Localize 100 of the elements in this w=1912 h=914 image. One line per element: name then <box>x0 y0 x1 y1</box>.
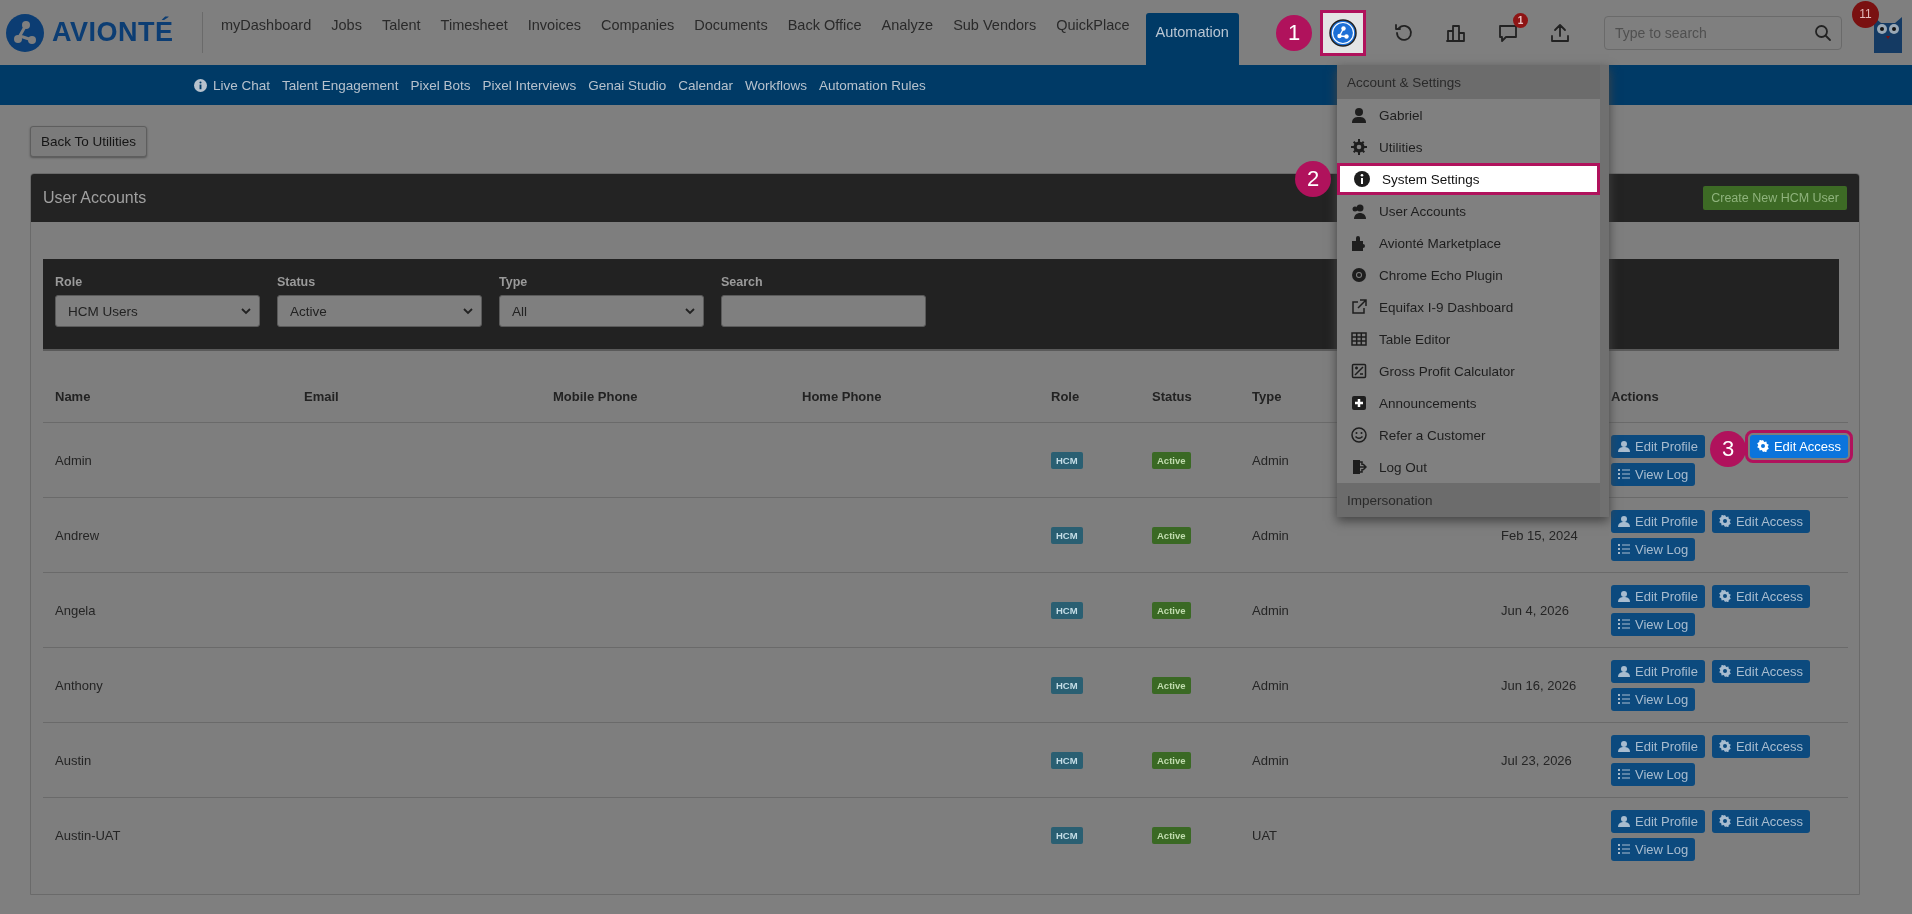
action-button[interactable]: Edit Profile <box>1611 734 1705 758</box>
name-cell: Angela <box>55 602 96 618</box>
action-button[interactable]: View Log <box>1611 762 1696 786</box>
subnav-link[interactable]: Live Chat <box>207 77 277 93</box>
person-icon <box>1618 665 1630 677</box>
role-badge: HCM <box>1051 676 1083 694</box>
chevron-down-icon <box>241 307 251 315</box>
action-button[interactable]: Edit Access <box>1711 584 1811 608</box>
create-user-button[interactable]: Create New HCM User <box>1703 186 1847 210</box>
chevron-down-icon <box>685 307 695 315</box>
nav-tab[interactable]: Sub Vendors <box>943 0 1047 50</box>
nav-tab[interactable]: Documents <box>684 0 778 50</box>
menu-item[interactable]: Announcements <box>1337 387 1600 419</box>
search-icon <box>1814 23 1832 42</box>
nav-tab[interactable]: Invoices <box>517 0 591 50</box>
subnav-link[interactable]: Automation Rules <box>813 77 932 93</box>
action-button[interactable]: Edit Profile <box>1611 659 1705 683</box>
nav-tab[interactable]: Back Office <box>777 0 872 50</box>
action-button[interactable]: Edit Profile <box>1611 509 1705 533</box>
logo-icon <box>6 13 44 52</box>
type-cell: Admin <box>1252 602 1289 618</box>
type-cell: Admin <box>1252 527 1289 543</box>
external-link-icon <box>1351 299 1367 315</box>
back-button[interactable]: Back To Utilities <box>30 126 148 157</box>
type-cell: UAT <box>1252 827 1278 843</box>
menu-item[interactable]: User Accounts <box>1337 195 1600 227</box>
notification-count: 11 <box>1852 0 1879 28</box>
action-button[interactable]: Edit Access <box>1711 809 1811 833</box>
subnav-link[interactable]: Workflows <box>739 77 814 93</box>
date-cell: Jun 4, 2026 <box>1501 602 1569 618</box>
nav-tab[interactable]: Automation <box>1145 13 1239 65</box>
filter-dropdown[interactable]: Active <box>277 295 482 327</box>
person-icon <box>1618 815 1630 827</box>
menu-item[interactable]: Chrome Echo Plugin <box>1337 259 1600 291</box>
person-icon <box>1351 107 1367 123</box>
person-icon <box>1618 590 1630 602</box>
action-button[interactable]: Edit Profile <box>1611 584 1705 608</box>
action-button[interactable]: Edit Access <box>1711 509 1811 533</box>
action-button[interactable]: Edit Profile <box>1611 434 1705 458</box>
network-icon <box>1329 18 1357 47</box>
action-button[interactable]: View Log <box>1611 687 1696 711</box>
gear-icon <box>1718 740 1731 752</box>
nav-tab[interactable]: Jobs <box>321 0 372 50</box>
subnav-link[interactable]: Genai Studio <box>582 77 673 93</box>
gear-icon <box>1718 590 1731 602</box>
menu-section-header: Impersonation <box>1337 483 1600 517</box>
action-button[interactable]: Edit Access <box>1711 659 1811 683</box>
action-button[interactable]: View Log <box>1611 612 1696 636</box>
column-header: Email <box>304 389 339 404</box>
list-icon <box>1618 618 1630 630</box>
filter-label: Search <box>721 275 764 289</box>
menu-item[interactable]: Table Editor <box>1337 323 1600 355</box>
card-title: User Accounts <box>43 189 147 207</box>
column-header: Actions <box>1611 389 1659 404</box>
nav-tab[interactable]: QuickPlace <box>1046 0 1140 50</box>
menu-item[interactable]: Refer a Customer <box>1337 419 1600 451</box>
subnav-link[interactable]: Calendar <box>672 77 740 93</box>
exit-icon <box>1351 459 1367 475</box>
filter-label: Role <box>55 275 84 289</box>
person-icon <box>1618 740 1630 752</box>
menu-section-header: Account & Settings <box>1337 65 1600 99</box>
menu-item[interactable]: System Settings <box>1337 163 1600 195</box>
nav-tab[interactable]: Companies <box>590 0 685 50</box>
action-button[interactable]: View Log <box>1611 537 1696 561</box>
action-button[interactable]: View Log <box>1611 837 1696 861</box>
info-icon <box>194 78 207 92</box>
gear-icon <box>1351 139 1367 155</box>
notification-count: 1 <box>1513 12 1528 28</box>
subnav-link[interactable]: Talent Engagement <box>276 77 405 93</box>
menu-item[interactable]: Gabriel <box>1337 99 1600 131</box>
subnav-link[interactable]: Pixel Bots <box>404 77 477 93</box>
filter-dropdown[interactable]: All <box>499 295 704 327</box>
menu-item[interactable]: Equifax I-9 Dashboard <box>1337 291 1600 323</box>
filter-label: Type <box>499 275 529 289</box>
date-cell: Jul 23, 2026 <box>1501 752 1572 768</box>
nav-tab[interactable]: Talent <box>371 0 431 50</box>
step-number-badge: 1 <box>1276 14 1312 51</box>
status-badge: Active <box>1152 826 1191 844</box>
menu-item[interactable]: Log Out <box>1337 451 1600 483</box>
name-cell: Andrew <box>55 527 100 543</box>
nav-tab[interactable]: Timesheet <box>430 0 518 50</box>
menu-item[interactable]: Gross Profit Calculator <box>1337 355 1600 387</box>
step-number-badge: 3 <box>1710 430 1746 467</box>
action-button[interactable]: View Log <box>1611 462 1696 486</box>
nav-tab[interactable]: myDashboard <box>211 0 322 50</box>
action-button[interactable]: Edit Profile <box>1611 809 1705 833</box>
name-cell: Austin-UAT <box>55 827 121 843</box>
role-badge: HCM <box>1051 451 1083 469</box>
list-icon <box>1618 468 1630 480</box>
search-input[interactable] <box>721 295 926 327</box>
list-icon <box>1618 843 1630 855</box>
menu-item[interactable]: Utilities <box>1337 131 1600 163</box>
type-cell: Admin <box>1252 752 1289 768</box>
action-button[interactable]: Edit Access <box>1711 734 1811 758</box>
nav-tab[interactable]: Analyze <box>871 0 944 50</box>
filter-dropdown[interactable]: HCM Users <box>55 295 260 327</box>
gear-icon <box>1756 440 1769 452</box>
menu-item[interactable]: Avionté Marketplace <box>1337 227 1600 259</box>
subnav-link[interactable]: Pixel Interviews <box>476 77 583 93</box>
account-menu-button[interactable] <box>1320 9 1366 56</box>
